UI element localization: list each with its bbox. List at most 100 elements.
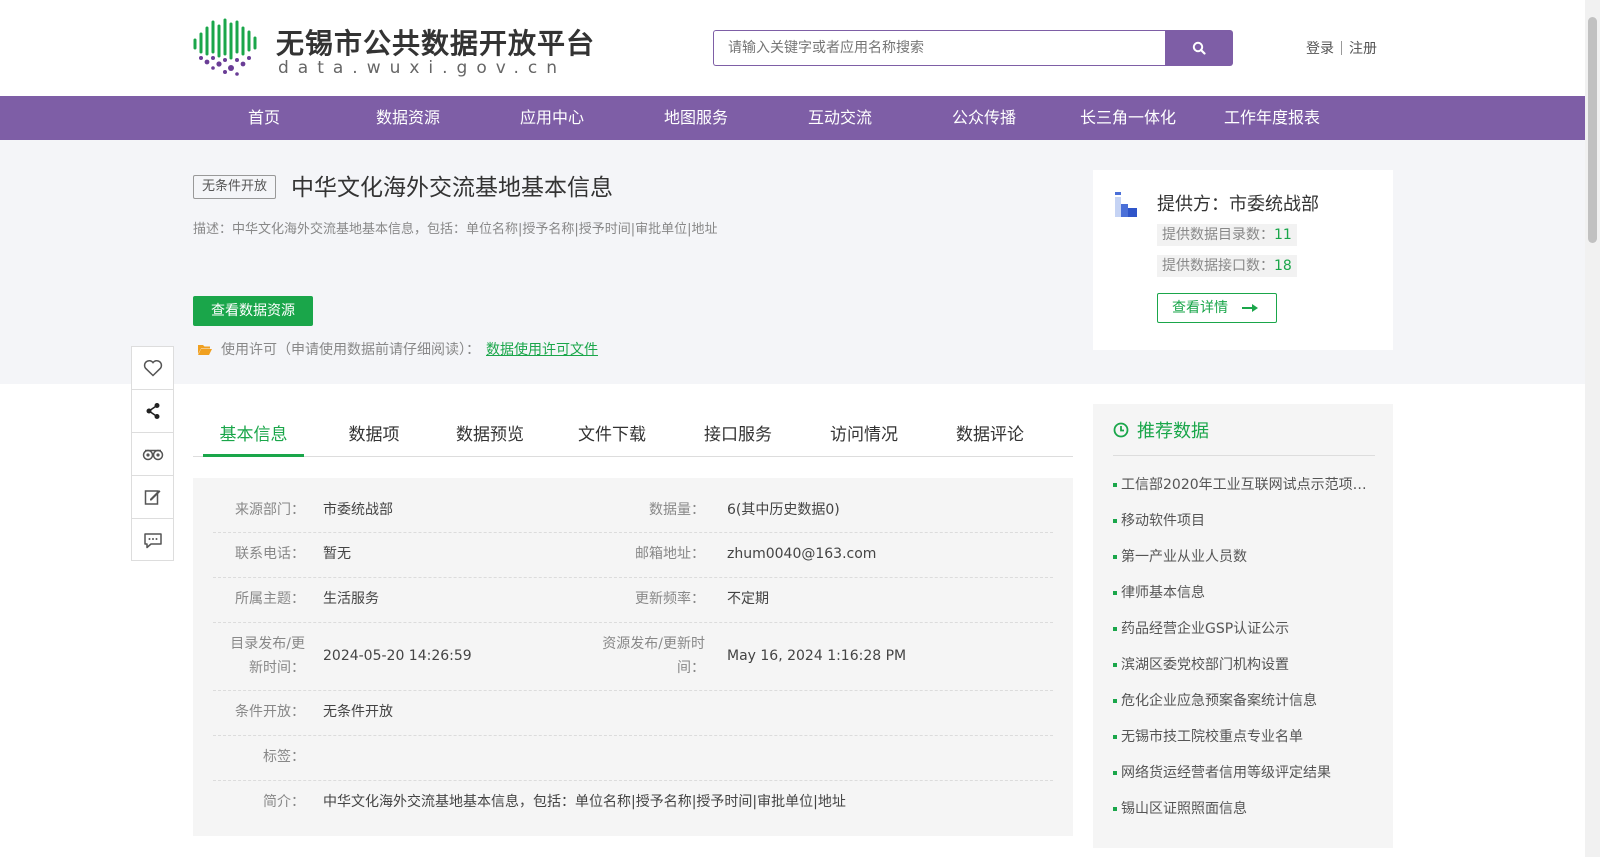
recommend-item[interactable]: 第一产业从业人员数 [1121, 546, 1369, 566]
bullet-icon [1113, 483, 1117, 487]
heart-icon [143, 360, 162, 377]
topic-value: 生活服务 [323, 591, 379, 607]
recommend-item[interactable]: 危化企业应急预案备案统计信息 [1121, 690, 1369, 710]
comment-button[interactable] [132, 519, 173, 562]
header: 无锡市公共数据开放平台 data.wuxi.gov.cn 登录 注册 [0, 0, 1600, 96]
recommend-item[interactable]: 网络货运经营者信用等级评定结果 [1121, 762, 1369, 782]
resource-time-value: May 16, 2024 1:16:28 PM [727, 648, 907, 664]
nav-item-interaction[interactable]: 互动交流 [775, 96, 905, 140]
license-text: 使用许可（申请使用数据前请仔细阅读）： [221, 342, 480, 358]
bullet-icon [1113, 555, 1117, 559]
nav-item-public-media[interactable]: 公众传播 [919, 96, 1049, 140]
email-label: 邮箱地址： [635, 546, 705, 562]
side-toolbar [131, 346, 174, 561]
page-scrollbar[interactable] [1585, 0, 1600, 857]
summary-value: 中华文化海外交流基地基本信息，包括：单位名称|授予名称|授予时间|审批单位|地址 [323, 794, 846, 810]
nav-item-yangtze-delta[interactable]: 长三角一体化 [1063, 96, 1193, 140]
info-row: 所属主题： 生活服务 更新频率： 不定期 [213, 578, 1053, 623]
tab-basic-info[interactable]: 基本信息 [203, 415, 304, 457]
edit-icon [144, 490, 160, 505]
search-bar [713, 30, 1233, 66]
bullet-icon [1113, 735, 1117, 739]
arrow-right-icon [1242, 304, 1258, 312]
info-row: 来源部门： 市委统战部 数据量： 6(其中历史数据0) [213, 488, 1053, 533]
license-line: 使用许可（申请使用数据前请仔细阅读）： 数据使用许可文件 [197, 339, 598, 359]
provider-card: 提供方：市委统战部 提供数据目录数：11 提供数据接口数：18 查看详情 [1093, 170, 1393, 350]
tab-data-comments[interactable]: 数据评论 [945, 415, 1035, 457]
tab-data-items[interactable]: 数据项 [329, 415, 419, 457]
recommend-title: 推荐数据 [1137, 420, 1209, 442]
login-link[interactable]: 登录 [1306, 38, 1334, 58]
resource-time-label: 资源发布/更新时 间： [602, 636, 705, 676]
nav-item-home[interactable]: 首页 [199, 96, 329, 140]
auth-divider [1341, 41, 1342, 55]
recommend-item[interactable]: 工信部2020年工业互联网试点示范项目名单 [1121, 474, 1369, 494]
site-logo[interactable]: 无锡市公共数据开放平台 data.wuxi.gov.cn [192, 18, 594, 78]
provider-detail-button[interactable]: 查看详情 [1157, 293, 1277, 323]
tab-data-preview[interactable]: 数据预览 [445, 415, 535, 457]
open-type-badge: 无条件开放 [193, 175, 277, 199]
source-value: 市委统战部 [323, 502, 393, 518]
search-button[interactable] [1165, 30, 1233, 66]
recommend-item[interactable]: 锡山区证照照面信息 [1121, 798, 1369, 818]
logo-mark-icon [193, 18, 257, 76]
catalog-time-value: 2024-05-20 14:26:59 [323, 648, 472, 664]
provider-name: 提供方：市委统战部 [1157, 194, 1319, 215]
follow-button[interactable] [132, 433, 173, 476]
topic-label: 所属主题： [235, 591, 305, 607]
recommend-item[interactable]: 移动软件项目 [1121, 510, 1369, 530]
nav-item-map-service[interactable]: 地图服务 [631, 96, 761, 140]
recommend-item[interactable]: 律师基本信息 [1121, 582, 1369, 602]
dataset-title: 中华文化海外交流基地基本信息 [291, 175, 613, 201]
auth-links: 登录 注册 [1306, 38, 1377, 58]
search-input[interactable] [713, 30, 1165, 66]
condition-value: 无条件开放 [323, 704, 393, 720]
tab-file-download[interactable]: 文件下载 [567, 415, 657, 457]
bullet-icon [1113, 699, 1117, 703]
bullet-icon [1113, 807, 1117, 811]
register-link[interactable]: 注册 [1349, 38, 1377, 58]
bullet-icon [1113, 591, 1117, 595]
volume-value: 6(其中历史数据0) [727, 502, 840, 518]
nav-item-data-resources[interactable]: 数据资源 [343, 96, 473, 140]
volume-label: 数据量： [649, 502, 705, 518]
phone-label: 联系电话： [235, 546, 305, 562]
main-nav: 首页 数据资源 应用中心 地图服务 互动交流 公众传播 长三角一体化 工作年度报… [0, 96, 1585, 140]
email-value: zhum0040@163.com [727, 546, 877, 562]
info-row: 标签： [213, 736, 1053, 781]
favorite-button[interactable] [132, 347, 173, 390]
logo-title: 无锡市公共数据开放平台 [276, 27, 596, 60]
comment-icon [143, 533, 162, 549]
freq-value: 不定期 [727, 591, 769, 607]
nav-item-app-center[interactable]: 应用中心 [487, 96, 617, 140]
info-row: 联系电话： 暂无 邮箱地址： zhum0040@163.com [213, 533, 1053, 578]
nav-item-annual-report[interactable]: 工作年度报表 [1207, 96, 1337, 140]
clock-icon [1113, 422, 1129, 437]
view-data-resource-button[interactable]: 查看数据资源 [193, 296, 313, 326]
tab-access-stats[interactable]: 访问情况 [819, 415, 909, 457]
license-link[interactable]: 数据使用许可文件 [486, 339, 598, 359]
summary-label: 简介： [263, 794, 305, 810]
freq-label: 更新频率： [635, 591, 705, 607]
condition-label: 条件开放： [235, 704, 305, 720]
share-button[interactable] [132, 390, 173, 433]
recommend-item[interactable]: 药品经营企业GSP认证公示 [1121, 618, 1369, 638]
tab-api-service[interactable]: 接口服务 [693, 415, 783, 457]
catalog-time-label: 目录发布/更 新时间： [230, 636, 305, 676]
bullet-icon [1113, 771, 1117, 775]
scrollbar-thumb[interactable] [1588, 17, 1597, 243]
dataset-description: 描述：中华文化海外交流基地基本信息，包括：单位名称|授予名称|授予时间|审批单位… [193, 222, 718, 237]
bullet-icon [1113, 663, 1117, 667]
info-row: 条件开放： 无条件开放 [213, 691, 1053, 736]
edit-feedback-button[interactable] [132, 476, 173, 519]
binoculars-icon [142, 449, 163, 461]
recommend-item[interactable]: 无锡市技工院校重点专业名单 [1121, 726, 1369, 746]
tags-label: 标签： [263, 749, 305, 765]
recommend-header: 推荐数据 [1113, 404, 1375, 456]
bullet-icon [1113, 519, 1117, 523]
detail-tabs: 基本信息 数据项 数据预览 文件下载 接口服务 访问情况 数据评论 [193, 415, 1073, 457]
recommend-item[interactable]: 滨湖区委党校部门机构设置 [1121, 654, 1369, 674]
provider-catalog-count: 提供数据目录数：11 [1157, 224, 1297, 246]
phone-value: 暂无 [323, 546, 351, 562]
bullet-icon [1113, 627, 1117, 631]
